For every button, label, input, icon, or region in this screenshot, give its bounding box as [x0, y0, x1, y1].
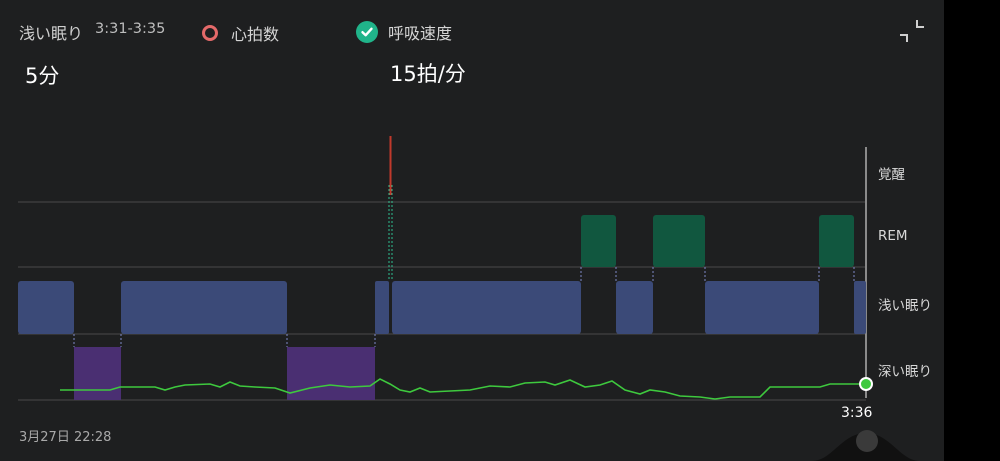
y-label-awake: 覚醒 [878, 167, 905, 183]
selected-point-marker [859, 377, 873, 391]
scrub-knob-icon [856, 430, 878, 452]
light-sleep-block [375, 281, 389, 334]
y-label-deep: 深い眠り [878, 364, 932, 380]
light-sleep-block [18, 281, 74, 334]
scrub-handle[interactable] [812, 415, 920, 461]
light-sleep-block [392, 281, 581, 334]
light-sleep-block [121, 281, 287, 334]
rem-sleep-block [581, 215, 616, 267]
start-time-label: 3月27日 22:28 [19, 430, 112, 445]
light-sleep-block [616, 281, 653, 334]
rem-sleep-block [819, 215, 854, 267]
rem-sleep-block [653, 215, 705, 267]
hypnogram-chart[interactable] [0, 0, 944, 461]
light-sleep-block [705, 281, 819, 334]
deep-sleep-block [287, 347, 375, 400]
y-label-light: 浅い眠り [878, 298, 932, 314]
light-sleep-block [854, 281, 866, 334]
deep-sleep-block [74, 347, 121, 400]
respiration-line [60, 378, 866, 400]
y-label-rem: REM [878, 228, 908, 244]
